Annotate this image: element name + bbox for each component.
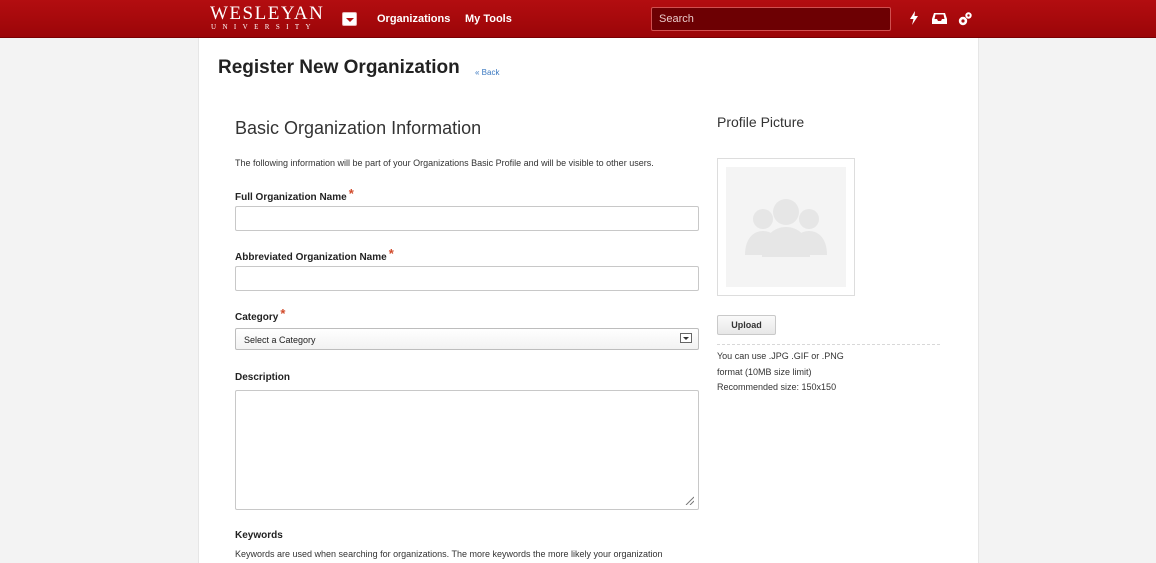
profile-placeholder [726, 167, 846, 287]
lightning-icon[interactable] [907, 11, 921, 25]
full-name-label: Full Organization Name * [235, 186, 354, 203]
upload-help-line: You can use .JPG .GIF or .PNG [717, 351, 844, 361]
description-textarea[interactable] [235, 390, 699, 510]
resize-grip-icon[interactable] [684, 495, 694, 505]
wesleyan-logo[interactable]: WESLEYAN UNIVERSITY [210, 4, 324, 32]
search-input[interactable]: Search [651, 7, 891, 31]
intro-text: The following information will be part o… [235, 158, 654, 168]
divider [717, 344, 940, 345]
category-select[interactable]: Select a Category [235, 328, 699, 350]
inbox-icon[interactable] [932, 11, 947, 25]
description-label: Description [235, 372, 291, 383]
profile-picture-frame [717, 158, 855, 296]
abbrev-name-input[interactable] [235, 266, 699, 291]
gears-icon[interactable] [957, 11, 972, 26]
profile-picture-title: Profile Picture [717, 114, 805, 130]
keywords-help-text: Keywords are used when searching for org… [235, 549, 663, 559]
full-name-input[interactable] [235, 206, 699, 231]
logo-sub-text: UNIVERSITY [211, 23, 317, 31]
logo-main-text: WESLEYAN [210, 3, 325, 24]
category-label: Category * [235, 306, 286, 323]
full-name-label-text: Full Organization Name [235, 192, 347, 203]
required-marker: * [348, 186, 354, 201]
back-link[interactable]: « Back [475, 68, 499, 77]
keywords-label: Keywords [235, 530, 283, 541]
section-title: Basic Organization Information [235, 118, 482, 138]
chevron-down-icon [680, 333, 692, 343]
abbrev-name-label-text: Abbreviated Organization Name [235, 252, 387, 263]
required-marker: * [388, 246, 394, 261]
category-label-text: Category [235, 312, 279, 323]
upload-button[interactable]: Upload [717, 315, 776, 335]
nav-organizations[interactable]: Organizations [377, 13, 450, 25]
category-selected-value: Select a Category [244, 335, 316, 345]
group-placeholder-icon [745, 199, 827, 257]
top-navigation-bar: WESLEYAN UNIVERSITY Organizations My Too… [0, 0, 1156, 38]
page-title: Register New Organization [218, 57, 460, 78]
required-marker: * [280, 306, 286, 321]
chevron-down-icon [346, 18, 354, 22]
upload-help-line: format (10MB size limit) [717, 367, 812, 377]
nav-my-tools[interactable]: My Tools [465, 13, 512, 25]
abbrev-name-label: Abbreviated Organization Name * [235, 246, 394, 263]
upload-help-line: Recommended size: 150x150 [717, 382, 837, 392]
menu-dropdown-button[interactable] [342, 12, 357, 26]
